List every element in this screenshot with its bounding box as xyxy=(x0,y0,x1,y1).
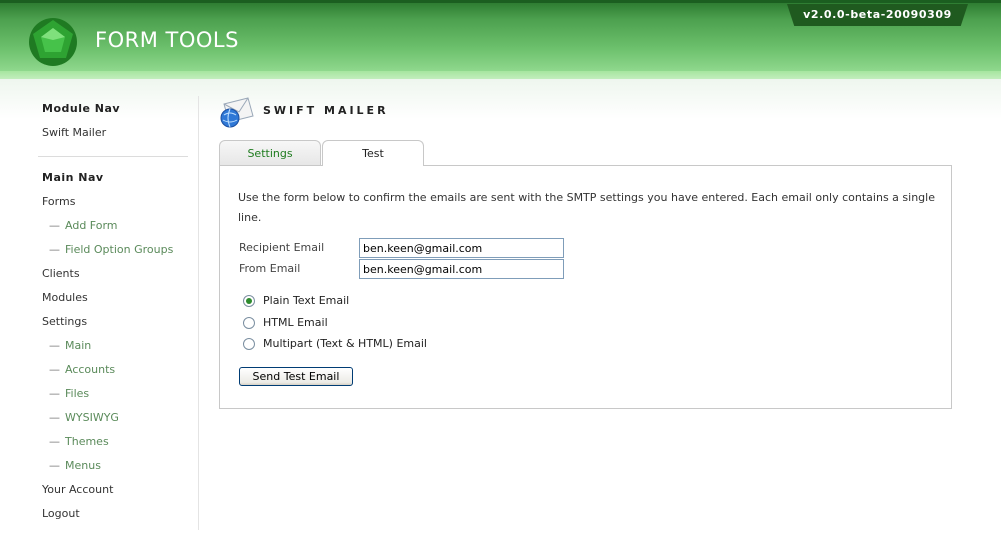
nav-sub-dash: — xyxy=(49,339,60,352)
nav-item-settings-files[interactable]: — Files xyxy=(49,387,89,400)
nav-sub-label: Main xyxy=(65,339,92,352)
from-email-input[interactable] xyxy=(359,259,564,279)
radio-button-checked[interactable] xyxy=(243,294,255,307)
app-header: FORM TOOLS v2.0.0-beta-20090309 xyxy=(0,0,1001,82)
page-title: SWIFT MAILER xyxy=(263,104,389,117)
green-pentagon-logo-icon xyxy=(29,18,77,66)
radio-button[interactable] xyxy=(243,337,255,350)
module-nav-heading: Module Nav xyxy=(42,102,121,115)
from-email-label: From Email xyxy=(239,262,301,275)
nav-sub-dash: — xyxy=(49,363,60,376)
nav-sub-label: Add Form xyxy=(65,219,118,232)
recipient-email-label: Recipient Email xyxy=(239,241,325,254)
version-badge: v2.0.0-beta-20090309 xyxy=(787,4,968,26)
nav-sub-dash: — xyxy=(49,387,60,400)
nav-item-forms[interactable]: Forms xyxy=(42,195,75,208)
nav-item-settings-wysiwyg[interactable]: — WYSIWYG xyxy=(49,411,119,424)
nav-item-field-option-groups[interactable]: — Field Option Groups xyxy=(49,243,173,256)
brand-title: FORM TOOLS xyxy=(95,28,239,52)
nav-sub-dash: — xyxy=(49,243,60,256)
nav-item-clients[interactable]: Clients xyxy=(42,267,80,280)
radio-multipart-email[interactable]: Multipart (Text & HTML) Email xyxy=(243,337,427,350)
radio-button[interactable] xyxy=(243,316,255,329)
sidebar-divider xyxy=(198,96,199,530)
nav-item-settings-menus[interactable]: — Menus xyxy=(49,459,101,472)
nav-item-add-form[interactable]: — Add Form xyxy=(49,219,118,232)
nav-item-swift-mailer[interactable]: Swift Mailer xyxy=(42,126,106,139)
radio-label: HTML Email xyxy=(263,316,328,329)
radio-html-email[interactable]: HTML Email xyxy=(243,316,328,329)
nav-sub-label: Field Option Groups xyxy=(65,243,174,256)
mail-envelope-globe-icon xyxy=(220,97,254,128)
send-test-email-button[interactable]: Send Test Email xyxy=(239,367,353,386)
nav-item-modules[interactable]: Modules xyxy=(42,291,88,304)
nav-item-settings-themes[interactable]: — Themes xyxy=(49,435,109,448)
radio-label: Plain Text Email xyxy=(263,294,350,307)
nav-divider xyxy=(38,156,188,157)
nav-sub-label: Files xyxy=(65,387,90,400)
main-nav-heading: Main Nav xyxy=(42,171,104,184)
intro-text: Use the form below to confirm the emails… xyxy=(238,191,935,224)
nav-item-settings-main[interactable]: — Main xyxy=(49,339,91,352)
nav-sub-dash: — xyxy=(49,459,60,472)
nav-sub-label: Menus xyxy=(65,459,101,472)
nav-sub-dash: — xyxy=(49,219,60,232)
nav-sub-dash: — xyxy=(49,435,60,448)
content-background xyxy=(0,79,1001,119)
nav-item-settings[interactable]: Settings xyxy=(42,315,87,328)
nav-sub-label: Themes xyxy=(65,435,109,448)
nav-sub-label: WYSIWYG xyxy=(65,411,119,424)
recipient-email-input[interactable] xyxy=(359,238,564,258)
nav-sub-dash: — xyxy=(49,411,60,424)
radio-label: Multipart (Text & HTML) Email xyxy=(263,337,427,350)
radio-plain-text-email[interactable]: Plain Text Email xyxy=(243,294,349,307)
tab-test[interactable]: Test xyxy=(322,140,424,166)
nav-item-settings-accounts[interactable]: — Accounts xyxy=(49,363,115,376)
nav-item-your-account[interactable]: Your Account xyxy=(42,483,113,496)
nav-item-logout[interactable]: Logout xyxy=(42,507,80,520)
tab-settings[interactable]: Settings xyxy=(219,140,321,165)
nav-sub-label: Accounts xyxy=(65,363,116,376)
